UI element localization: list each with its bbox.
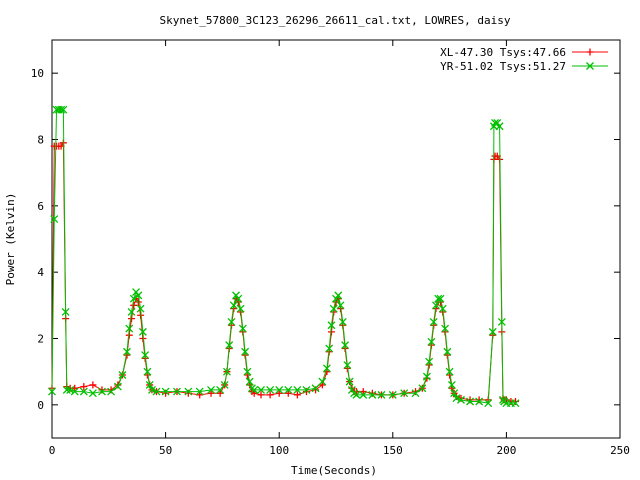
x-tick-label: 100 bbox=[269, 444, 289, 457]
y-tick-label: 10 bbox=[31, 67, 44, 80]
chart-title: Skynet_57800_3C123_26296_26611_cal.txt, … bbox=[160, 14, 511, 27]
y-tick-label: 6 bbox=[37, 200, 44, 213]
axis-ticks: 0 50 100 150 200 250 0 2 4 6 8 10 bbox=[31, 40, 630, 457]
series-line bbox=[51, 141, 516, 403]
x-tick-label: 150 bbox=[383, 444, 403, 457]
y-axis-label: Power (Kelvin) bbox=[4, 193, 17, 286]
legend-label: YR-51.02 Tsys:51.27 bbox=[440, 60, 566, 73]
data-point bbox=[128, 315, 136, 323]
legend-swatch-marker bbox=[586, 48, 594, 56]
series-layer bbox=[48, 105, 520, 408]
x-tick-label: 200 bbox=[496, 444, 516, 457]
y-tick-label: 8 bbox=[37, 134, 44, 147]
legend-label: XL-47.30 Tsys:47.66 bbox=[440, 46, 566, 59]
series-line bbox=[51, 109, 516, 404]
plot-area-frame bbox=[51, 39, 621, 439]
x-tick-label: 250 bbox=[610, 444, 630, 457]
chart: Skynet_57800_3C123_26296_26611_cal.txt, … bbox=[4, 14, 630, 477]
x-tick-label: 50 bbox=[159, 444, 172, 457]
x-axis-label: Time(Seconds) bbox=[291, 464, 377, 477]
series-2 bbox=[48, 105, 520, 408]
data-point bbox=[89, 381, 97, 389]
legend: XL-47.30 Tsys:47.66YR-51.02 Tsys:51.27 bbox=[440, 46, 608, 73]
y-tick-label: 2 bbox=[37, 333, 44, 346]
y-tick-label: 4 bbox=[37, 266, 44, 279]
x-tick-label: 0 bbox=[49, 444, 56, 457]
data-point bbox=[130, 301, 138, 309]
y-tick-label: 0 bbox=[37, 399, 44, 412]
